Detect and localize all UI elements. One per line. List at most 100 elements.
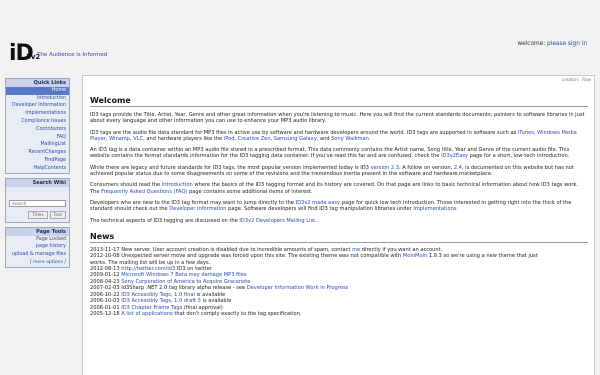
- news-text: works. The mailing list will be up in a …: [90, 259, 211, 266]
- nav-mailinglist[interactable]: MailingList: [6, 142, 69, 150]
- nav-implementations[interactable]: Implementations: [6, 110, 69, 118]
- nav-compliance-issues[interactable]: Compliance Issues: [6, 118, 69, 126]
- nav-faq[interactable]: FAQ: [6, 134, 69, 142]
- id3v2easy-link[interactable]: ID3v2Easy: [441, 153, 468, 159]
- news-text-suffix: that don't comply exactly to the tag spe…: [172, 310, 302, 317]
- news-text: New server. User account creation is dis…: [121, 246, 353, 253]
- news-date: 2009-01-12: [90, 272, 120, 279]
- consumers-paragraph: Consumers should read the Introduction w…: [90, 182, 588, 195]
- news-date: 2007-02-03: [90, 285, 120, 292]
- news-item: 2005-12-18 A list of applications that d…: [90, 311, 588, 317]
- quick-links-title: Quick Links: [6, 79, 69, 87]
- welcome-heading: Welcome: [90, 96, 588, 107]
- news-date: 2008-04-23: [90, 278, 120, 285]
- main-content: creators Raw Welcome ID3 tags provide th…: [82, 75, 595, 375]
- text: and hardware players like the: [146, 135, 223, 142]
- news-link[interactable]: ID3 Accessibly Tags, 1.0 draft 3: [121, 298, 201, 304]
- developers-paragraph: Developers who are new to the ID3 tag fo…: [90, 200, 588, 213]
- ipod-link[interactable]: iPod,: [224, 136, 236, 142]
- page-actions: creators Raw: [560, 77, 591, 82]
- news-heading: News: [90, 232, 588, 243]
- signin-link[interactable]: please sign in: [547, 41, 587, 47]
- text: page. Software developers will find ID3 …: [228, 206, 412, 213]
- news-link[interactable]: ID3 Chapter Frame Tags: [121, 305, 182, 311]
- text: . A follow on version,: [398, 164, 453, 171]
- search-title: Search Wiki: [6, 178, 69, 187]
- nav-contributors[interactable]: Contributors: [6, 126, 69, 134]
- text: page contains some additional items of i…: [189, 188, 313, 195]
- news-text: Unexpected server move and upgrade was f…: [121, 253, 403, 260]
- creators-action[interactable]: creators: [562, 77, 579, 82]
- news-text-suffix: ID3 on twitter: [175, 266, 212, 273]
- quick-links-box: Quick Links Home Introduction Developer …: [5, 78, 70, 174]
- news-link[interactable]: Microsoft Windows 7 Beta may damage MP3 …: [121, 272, 246, 278]
- news-link[interactable]: A list of applications: [121, 311, 173, 317]
- version-24-link[interactable]: 2.4: [454, 165, 462, 171]
- welcome-label: welcome:: [517, 41, 546, 47]
- news-list: 2013-11-17 New server. User account crea…: [90, 247, 588, 317]
- page-tools-box: Page Tools Page Locked page history uplo…: [5, 226, 70, 269]
- intro-paragraph: ID3 tags provide the Title, Artist, Year…: [90, 112, 585, 125]
- news-date: 2012-10-08: [90, 253, 120, 260]
- news-date: 2006-10-22: [90, 291, 120, 298]
- nav-recentchanges[interactable]: RecentChanges: [6, 149, 69, 157]
- itunes-link[interactable]: iTunes,: [518, 130, 536, 136]
- vlc-link[interactable]: VLC,: [133, 136, 145, 142]
- text: The technical aspects of ID3 tagging are…: [90, 217, 238, 224]
- news-text-suffix: (final approval): [182, 304, 223, 311]
- news-date: 2005-12-18: [90, 310, 120, 317]
- news-link[interactable]: ID3 Accessibly Tags, 1.0 final: [121, 292, 195, 298]
- sony-walkman-link[interactable]: Sony Walkman.: [331, 136, 370, 142]
- text: .: [456, 206, 459, 213]
- implementations-link[interactable]: Implementations: [413, 206, 456, 212]
- user-welcome: welcome: please sign in: [517, 41, 587, 47]
- nav-home[interactable]: Home: [6, 87, 69, 95]
- search-titles-button[interactable]: Titles: [28, 210, 48, 219]
- nav-developer-information[interactable]: Developer Information: [6, 103, 69, 111]
- news-text-suffix: directly if you want an account.: [360, 246, 443, 253]
- news-text: Id3Sharp .NET 2.0 tag library alpha rele…: [121, 285, 247, 292]
- page-history-link[interactable]: page history: [6, 244, 69, 252]
- page-tools-title: Page Tools: [6, 227, 69, 236]
- text: Consumers should read the: [90, 182, 161, 189]
- more-actions-dropdown[interactable]: [ more options ]: [6, 259, 69, 267]
- mailing-list-link[interactable]: ID3v2 Developers Mailing List: [239, 218, 315, 224]
- news-date: 2012-08-13: [90, 266, 120, 273]
- nav-introduction[interactable]: Introduction: [6, 95, 69, 103]
- news-date: 2013-11-17: [90, 246, 120, 253]
- creative-zen-link[interactable]: Creative Zen,: [238, 136, 272, 142]
- page-header: iD 3v2 The Audience is Informed welcome:…: [0, 0, 600, 75]
- site-tagline: The Audience is Informed: [37, 52, 108, 58]
- id3-logo[interactable]: iD 3v2: [9, 40, 40, 68]
- support-paragraph: ID3 tags are the audio file data standar…: [90, 130, 588, 143]
- news-link[interactable]: Sony Corporation of America to Acquire G…: [121, 279, 250, 285]
- search-box: Search Wiki Titles Text: [5, 177, 70, 223]
- faq-link[interactable]: Frequently Asked Questions (FAQ): [101, 189, 187, 195]
- news-text-suffix: is available: [200, 298, 232, 305]
- nav-findpage[interactable]: FindPage: [6, 157, 69, 165]
- mailing-list-paragraph: The technical aspects of ID3 tagging are…: [90, 218, 588, 224]
- nav-helpcontents[interactable]: HelpContents: [6, 165, 69, 173]
- version-23-link[interactable]: version 2.3: [371, 165, 399, 171]
- search-text-button[interactable]: Text: [49, 210, 66, 219]
- news-link[interactable]: MoinMoin: [403, 253, 427, 259]
- search-input[interactable]: [9, 199, 66, 207]
- news-date: 2006-10-03: [90, 298, 120, 305]
- news-date: 2006-01-01: [90, 304, 120, 311]
- page-locked-label: Page Locked: [36, 236, 66, 242]
- text: ID3 tags are the audio file data standar…: [90, 129, 517, 136]
- news-link[interactable]: Developer Information Work in Progress: [247, 285, 348, 291]
- developer-information-link[interactable]: Developer Information: [169, 206, 226, 212]
- text: and: [319, 135, 330, 142]
- text: page for a short, low-tech introduction.: [469, 153, 570, 160]
- introduction-link[interactable]: Introduction: [162, 182, 193, 188]
- news-text-suffix: 1.9.3 so we're using a new theme that ju…: [427, 253, 538, 260]
- winamp-link[interactable]: Winamp,: [109, 136, 132, 142]
- id3v2-made-easy-link[interactable]: ID3v2 made easy: [296, 200, 341, 206]
- container-paragraph: An ID3 tag is a data container within an…: [90, 147, 588, 160]
- samsung-link[interactable]: Samsung Galaxy,: [274, 136, 319, 142]
- raw-action[interactable]: Raw: [582, 77, 591, 82]
- upload-files-link[interactable]: upload & manage files: [6, 251, 69, 259]
- news-link[interactable]: http://twitter.com/id3: [121, 266, 175, 272]
- news-link[interactable]: me: [352, 247, 360, 253]
